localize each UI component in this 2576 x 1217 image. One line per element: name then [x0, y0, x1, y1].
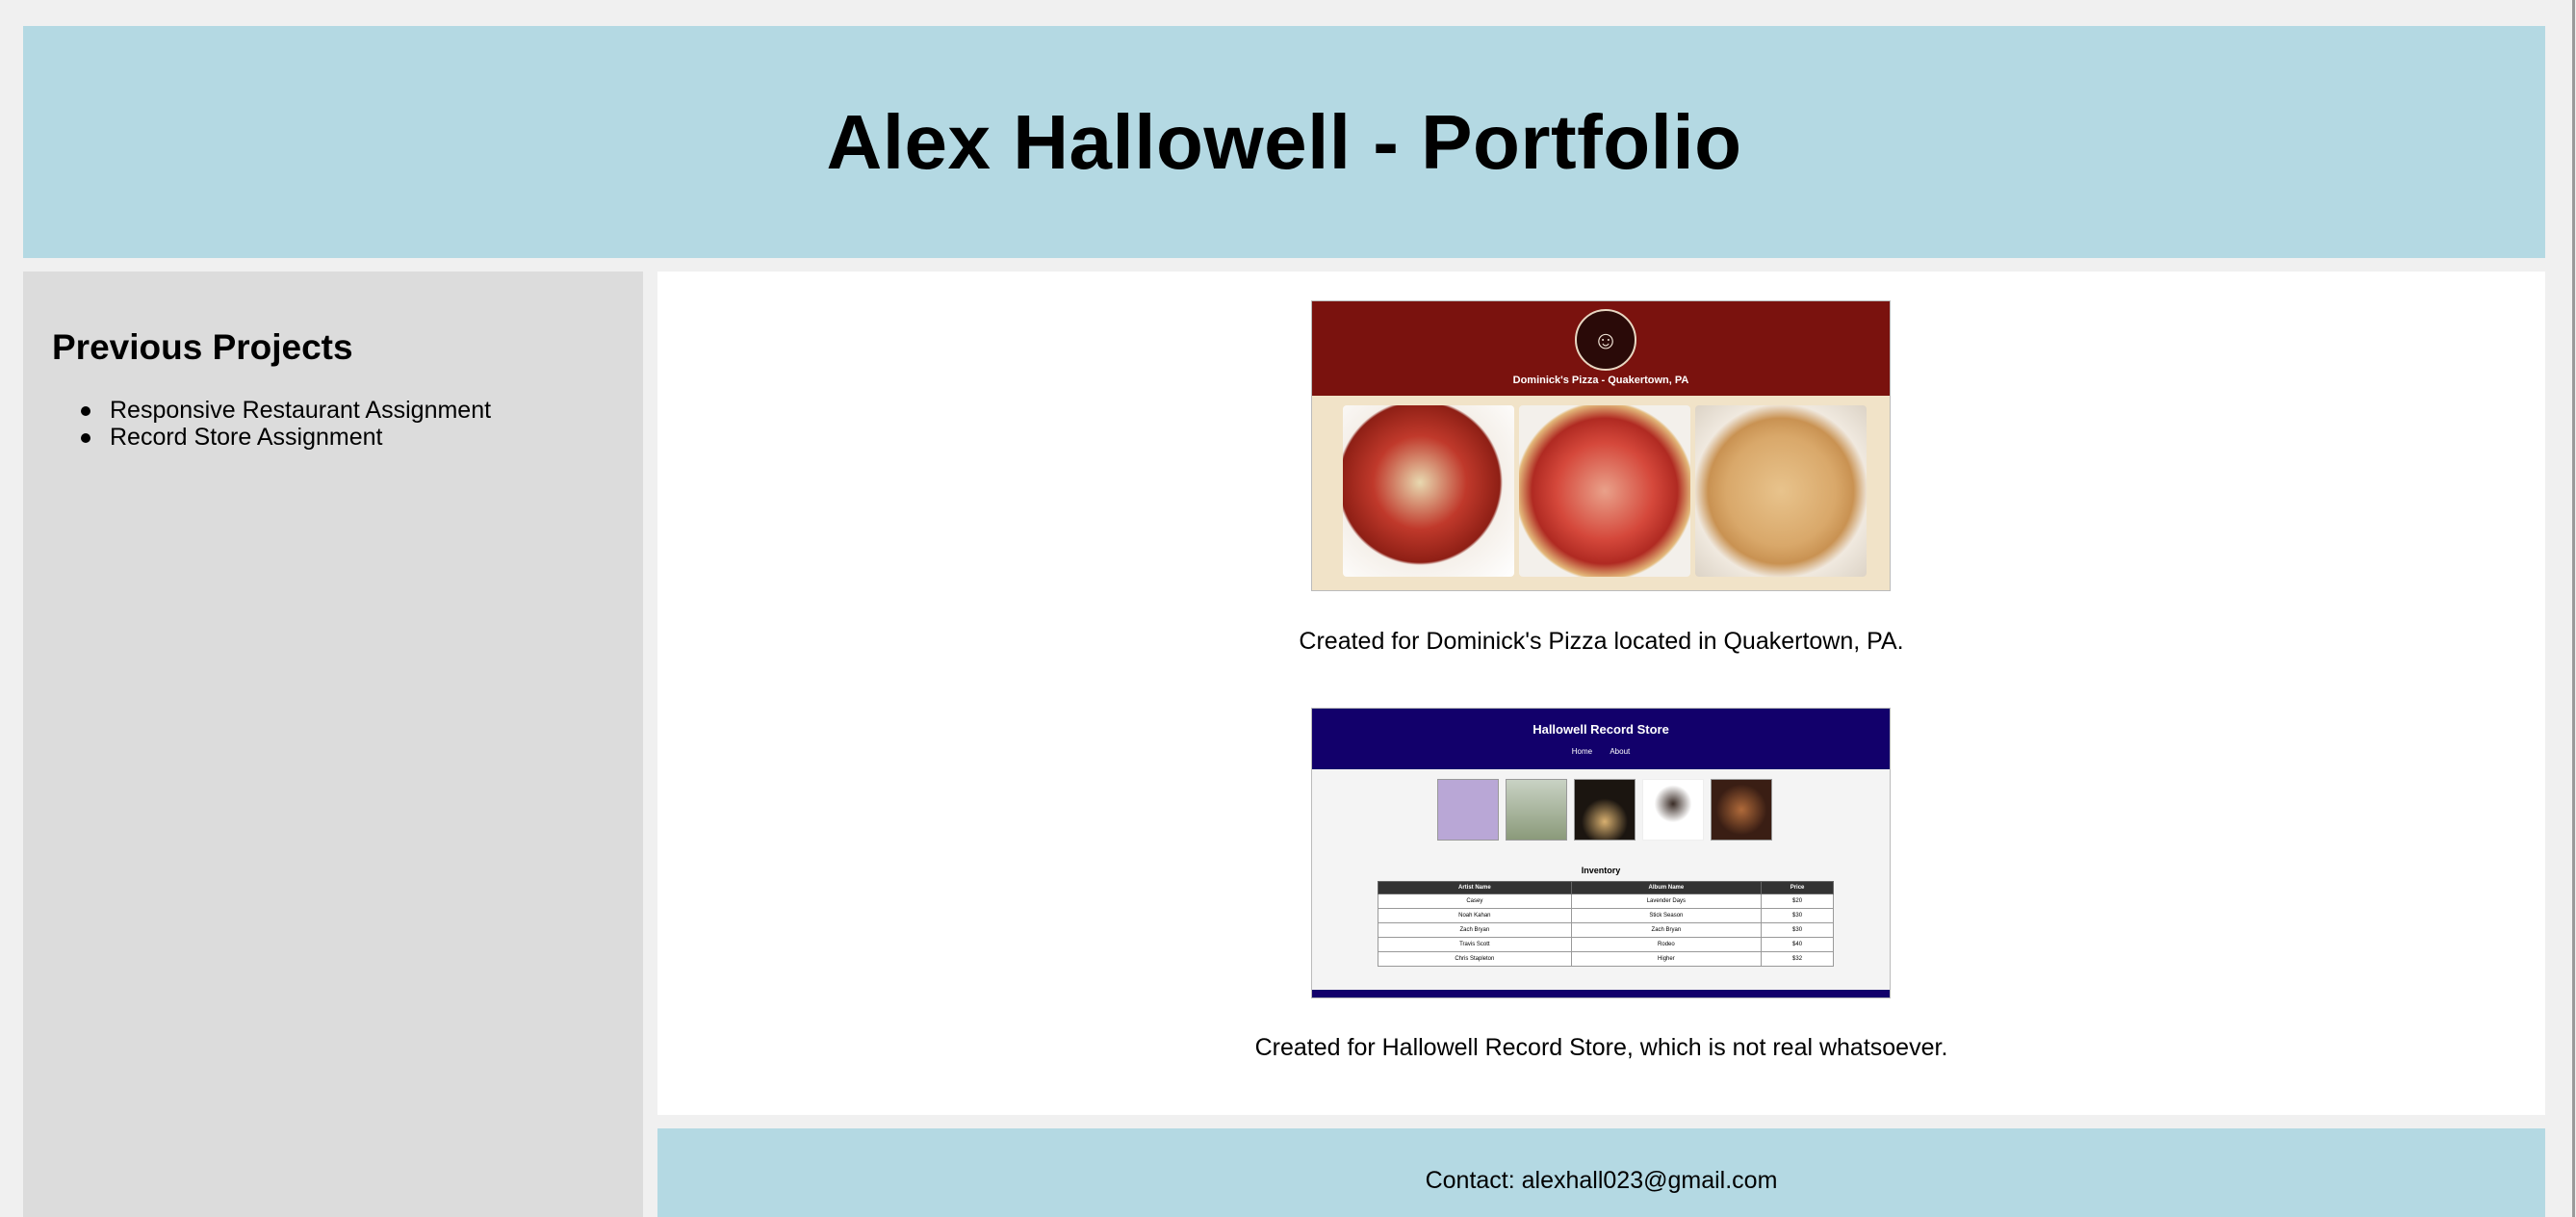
- sidebar-heading: Previous Projects: [52, 327, 353, 367]
- food-photo-chicken-parm: [1343, 405, 1514, 577]
- record-store-footer-bar: [1312, 990, 1890, 997]
- album-cover-5: [1711, 779, 1772, 841]
- project-list-item-restaurant: Responsive Restaurant Assignment: [81, 397, 614, 424]
- main-content: ☺ Dominick's Pizza - Quakertown, PA Crea…: [657, 272, 2545, 1115]
- table-cell: $30: [1761, 908, 1834, 923]
- table-cell: Lavender Days: [1570, 893, 1763, 909]
- pizza-project-caption: Created for Dominick's Pizza located in …: [1299, 628, 1904, 655]
- table-cell: Zach Bryan: [1378, 922, 1572, 938]
- table-row: Zach Bryan Zach Bryan $30: [1378, 922, 1834, 938]
- album-cover-2: [1506, 779, 1567, 841]
- album-cover-3: [1574, 779, 1636, 841]
- table-cell: $20: [1761, 893, 1834, 909]
- pizza-site-title: Dominick's Pizza - Quakertown, PA: [1512, 375, 1689, 386]
- table-cell: Zach Bryan: [1570, 922, 1763, 938]
- food-photo-pasta: [1695, 405, 1867, 577]
- project-list-item-record-store: Record Store Assignment: [81, 424, 614, 451]
- inventory-title: Inventory: [1581, 866, 1621, 875]
- pizza-site-screenshot: ☺ Dominick's Pizza - Quakertown, PA: [1311, 300, 1891, 591]
- record-store-nav-home: Home: [1571, 747, 1593, 756]
- table-cell: Noah Kahan: [1378, 908, 1572, 923]
- table-row: Noah Kahan Stick Season $30: [1378, 908, 1834, 923]
- album-cover-1: [1437, 779, 1499, 841]
- table-cell: Casey: [1378, 893, 1572, 909]
- album-cover-4: [1642, 779, 1704, 841]
- project-list: Responsive Restaurant Assignment Record …: [52, 397, 614, 451]
- record-store-nav-about: About: [1610, 747, 1631, 756]
- record-store-project-caption: Created for Hallowell Record Store, whic…: [1254, 1034, 1948, 1061]
- record-store-title: Hallowell Record Store: [1533, 722, 1669, 737]
- table-cell: Rodeo: [1570, 937, 1763, 952]
- table-row: Travis Scott Rodeo $40: [1378, 937, 1834, 952]
- table-cell: Chris Stapleton: [1378, 951, 1572, 967]
- window-scrollbar-edge[interactable]: [2572, 0, 2575, 1217]
- pizza-site-header: ☺ Dominick's Pizza - Quakertown, PA: [1312, 301, 1890, 396]
- chef-logo-icon: ☺: [1575, 309, 1636, 371]
- table-row: Chris Stapleton Higher $32: [1378, 951, 1834, 967]
- contact-text: Contact: alexhall023@gmail.com: [1425, 1167, 1778, 1194]
- page-footer: Contact: alexhall023@gmail.com: [657, 1128, 2545, 1217]
- pizza-site-gallery: [1312, 396, 1890, 590]
- page-title: Alex Hallowell - Portfolio: [826, 98, 1742, 185]
- table-row: Casey Lavender Days $20: [1378, 893, 1834, 909]
- table-cell: $32: [1761, 951, 1834, 967]
- page-header: Alex Hallowell - Portfolio: [23, 26, 2545, 258]
- inventory-table: Artist Name Album Name Price Casey Laven…: [1378, 881, 1834, 967]
- table-cell: Travis Scott: [1378, 937, 1572, 952]
- inventory-col-album: Album Name: [1570, 881, 1763, 894]
- inventory-col-price: Price: [1761, 881, 1834, 894]
- food-photo-pizza: [1519, 405, 1690, 577]
- sidebar: Previous Projects Responsive Restaurant …: [23, 272, 643, 1217]
- record-store-screenshot: Hallowell Record Store Home About Invent…: [1311, 708, 1891, 998]
- record-store-nav: Home About: [1312, 747, 1890, 756]
- inventory-col-artist: Artist Name: [1378, 881, 1572, 894]
- table-cell: $40: [1761, 937, 1834, 952]
- record-store-header: Hallowell Record Store Home About: [1312, 709, 1890, 769]
- table-cell: Stick Season: [1570, 908, 1763, 923]
- record-store-body: Inventory Artist Name Album Name Price C…: [1312, 769, 1890, 990]
- table-cell: Higher: [1570, 951, 1763, 967]
- table-cell: $30: [1761, 922, 1834, 938]
